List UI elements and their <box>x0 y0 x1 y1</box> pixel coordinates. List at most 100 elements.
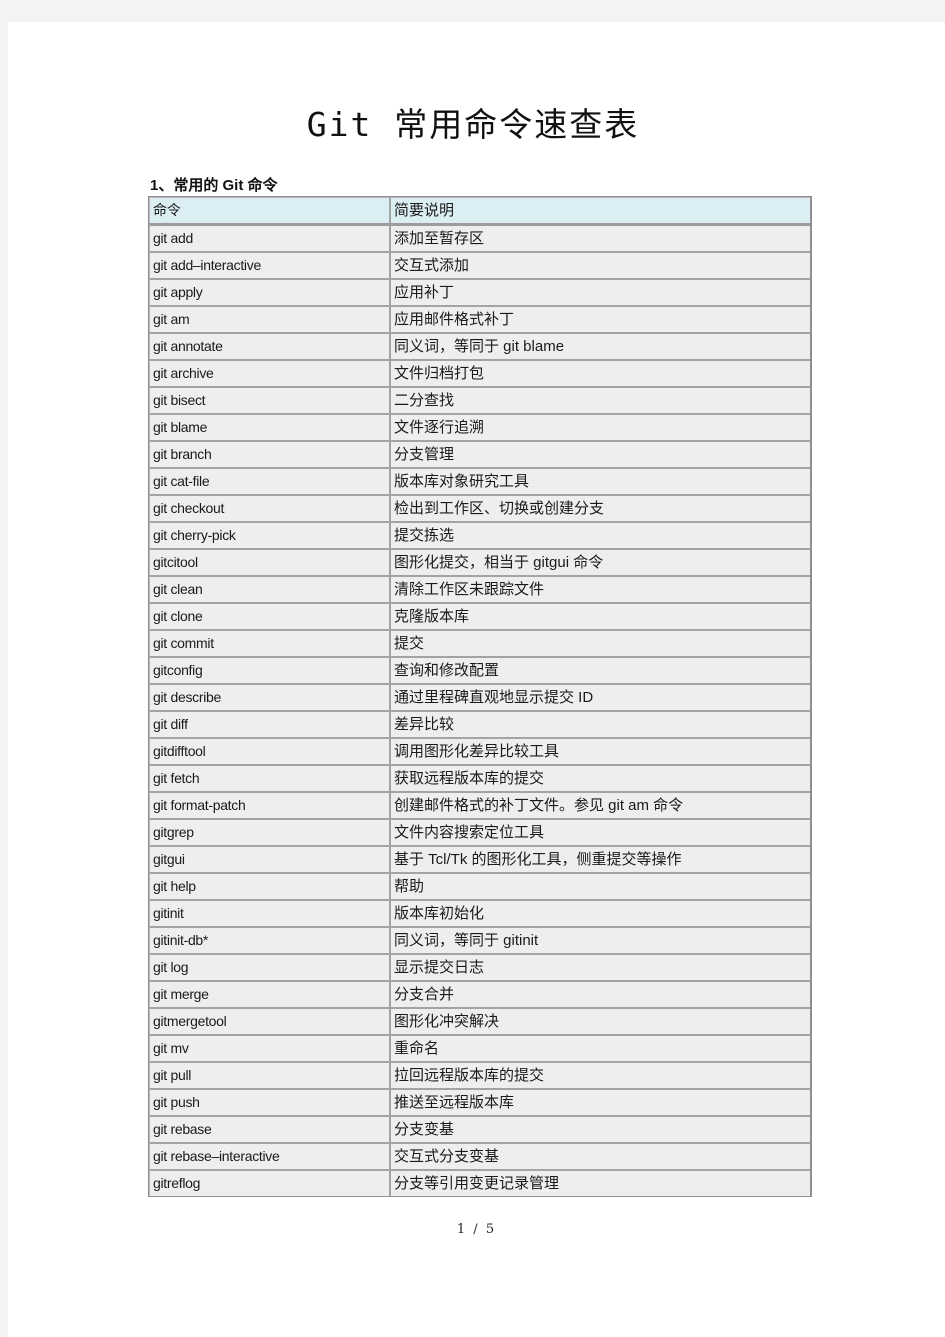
command-cell: gitmergetool <box>149 1007 389 1034</box>
description-cell: 图形化冲突解决 <box>389 1007 810 1034</box>
table-row: git apply 应用补丁 <box>149 278 810 305</box>
description-cell: 重命名 <box>389 1034 810 1061</box>
description-cell: 文件内容搜索定位工具 <box>389 818 810 845</box>
description-cell: 提交拣选 <box>389 521 810 548</box>
description-cell: 分支等引用变更记录管理 <box>389 1169 810 1196</box>
command-cell: git apply <box>149 278 389 305</box>
table-row: git am 应用邮件格式补丁 <box>149 305 810 332</box>
command-cell: gitcitool <box>149 548 389 575</box>
command-cell: git cat-file <box>149 467 389 494</box>
table-row: git log 显示提交日志 <box>149 953 810 980</box>
command-cell: git mv <box>149 1034 389 1061</box>
table-row: git pull 拉回远程版本库的提交 <box>149 1061 810 1088</box>
command-cell: gitinit-db* <box>149 926 389 953</box>
command-cell: git log <box>149 953 389 980</box>
table-row: git help 帮助 <box>149 872 810 899</box>
command-cell: git push <box>149 1088 389 1115</box>
description-cell: 查询和修改配置 <box>389 656 810 683</box>
table-row: git format-patch 创建邮件格式的补丁文件。参见 git am 命令 <box>149 791 810 818</box>
description-cell: 调用图形化差异比较工具 <box>389 737 810 764</box>
command-cell: git help <box>149 872 389 899</box>
description-cell: 图形化提交，相当于 gitgui 命令 <box>389 548 810 575</box>
table-row: git describe 通过里程碑直观地显示提交 ID <box>149 683 810 710</box>
table-row: gitinit-db* 同义词，等同于 gitinit <box>149 926 810 953</box>
command-cell: gitdifftool <box>149 737 389 764</box>
column-header-command: 命令 <box>149 197 389 223</box>
command-cell: git pull <box>149 1061 389 1088</box>
description-cell: 清除工作区未跟踪文件 <box>389 575 810 602</box>
description-cell: 文件归档打包 <box>389 359 810 386</box>
command-cell: git describe <box>149 683 389 710</box>
description-cell: 克隆版本库 <box>389 602 810 629</box>
command-cell: git clean <box>149 575 389 602</box>
table-row: git clone 克隆版本库 <box>149 602 810 629</box>
description-cell: 分支合并 <box>389 980 810 1007</box>
table-row: git blame 文件逐行追溯 <box>149 413 810 440</box>
description-cell: 版本库对象研究工具 <box>389 467 810 494</box>
command-cell: git rebase <box>149 1115 389 1142</box>
command-cell: gitconfig <box>149 656 389 683</box>
description-cell: 创建邮件格式的补丁文件。参见 git am 命令 <box>389 791 810 818</box>
command-cell: git cherry-pick <box>149 521 389 548</box>
command-cell: git format-patch <box>149 791 389 818</box>
table-row: gitinit 版本库初始化 <box>149 899 810 926</box>
description-cell: 交互式添加 <box>389 251 810 278</box>
description-cell: 推送至远程版本库 <box>389 1088 810 1115</box>
table-row: git checkout 检出到工作区、切换或创建分支 <box>149 494 810 521</box>
command-cell: git merge <box>149 980 389 1007</box>
description-cell: 拉回远程版本库的提交 <box>389 1061 810 1088</box>
table-row: git fetch 获取远程版本库的提交 <box>149 764 810 791</box>
command-cell: git commit <box>149 629 389 656</box>
description-cell: 应用邮件格式补丁 <box>389 305 810 332</box>
description-cell: 应用补丁 <box>389 278 810 305</box>
table-row: gitconfig 查询和修改配置 <box>149 656 810 683</box>
description-cell: 检出到工作区、切换或创建分支 <box>389 494 810 521</box>
table-row: git cat-file 版本库对象研究工具 <box>149 467 810 494</box>
command-cell: git blame <box>149 413 389 440</box>
table-row: git annotate 同义词，等同于 git blame <box>149 332 810 359</box>
command-cell: git fetch <box>149 764 389 791</box>
page-number: 1 / 5 <box>456 1222 497 1237</box>
command-cell: git diff <box>149 710 389 737</box>
description-cell: 交互式分支变基 <box>389 1142 810 1169</box>
description-cell: 差异比较 <box>389 710 810 737</box>
command-cell: git annotate <box>149 332 389 359</box>
command-cell: git archive <box>149 359 389 386</box>
table-row: gitgrep 文件内容搜索定位工具 <box>149 818 810 845</box>
section-heading: 1、常用的 Git 命令 <box>150 177 278 194</box>
column-header-description: 简要说明 <box>389 197 810 223</box>
description-cell: 获取远程版本库的提交 <box>389 764 810 791</box>
command-cell: git rebase–interactive <box>149 1142 389 1169</box>
description-cell: 提交 <box>389 629 810 656</box>
table-row: gitmergetool 图形化冲突解决 <box>149 1007 810 1034</box>
table-row: git rebase 分支变基 <box>149 1115 810 1142</box>
command-cell: gitgrep <box>149 818 389 845</box>
description-cell: 基于 Tcl/Tk 的图形化工具，侧重提交等操作 <box>389 845 810 872</box>
description-cell: 同义词，等同于 gitinit <box>389 926 810 953</box>
description-cell: 通过里程碑直观地显示提交 ID <box>389 683 810 710</box>
description-cell: 文件逐行追溯 <box>389 413 810 440</box>
git-commands-table: 命令 简要说明 git add 添加至暂存区 git add–interactive… <box>148 196 812 1197</box>
document-page: Git 常用命令速查表 1、常用的 Git 命令 命令 简要说明 git add… <box>8 22 945 1337</box>
command-cell: gitgui <box>149 845 389 872</box>
command-cell: git add <box>149 223 389 251</box>
description-cell: 分支变基 <box>389 1115 810 1142</box>
command-cell: gitinit <box>149 899 389 926</box>
description-cell: 同义词，等同于 git blame <box>389 332 810 359</box>
table-row: git add–interactive 交互式添加 <box>149 251 810 278</box>
command-cell: git branch <box>149 440 389 467</box>
table-row: git mv 重命名 <box>149 1034 810 1061</box>
table-row: gitdifftool 调用图形化差异比较工具 <box>149 737 810 764</box>
table-row: git diff 差异比较 <box>149 710 810 737</box>
table-row: git add 添加至暂存区 <box>149 223 810 251</box>
command-cell: git checkout <box>149 494 389 521</box>
document-title: Git 常用命令速查表 <box>306 105 640 144</box>
table-row: git rebase–interactive 交互式分支变基 <box>149 1142 810 1169</box>
table-row: git archive 文件归档打包 <box>149 359 810 386</box>
table-row: git commit 提交 <box>149 629 810 656</box>
table-row: gitgui 基于 Tcl/Tk 的图形化工具，侧重提交等操作 <box>149 845 810 872</box>
table-header-row: 命令 简要说明 <box>149 197 810 223</box>
description-cell: 帮助 <box>389 872 810 899</box>
description-cell: 版本库初始化 <box>389 899 810 926</box>
description-cell: 分支管理 <box>389 440 810 467</box>
